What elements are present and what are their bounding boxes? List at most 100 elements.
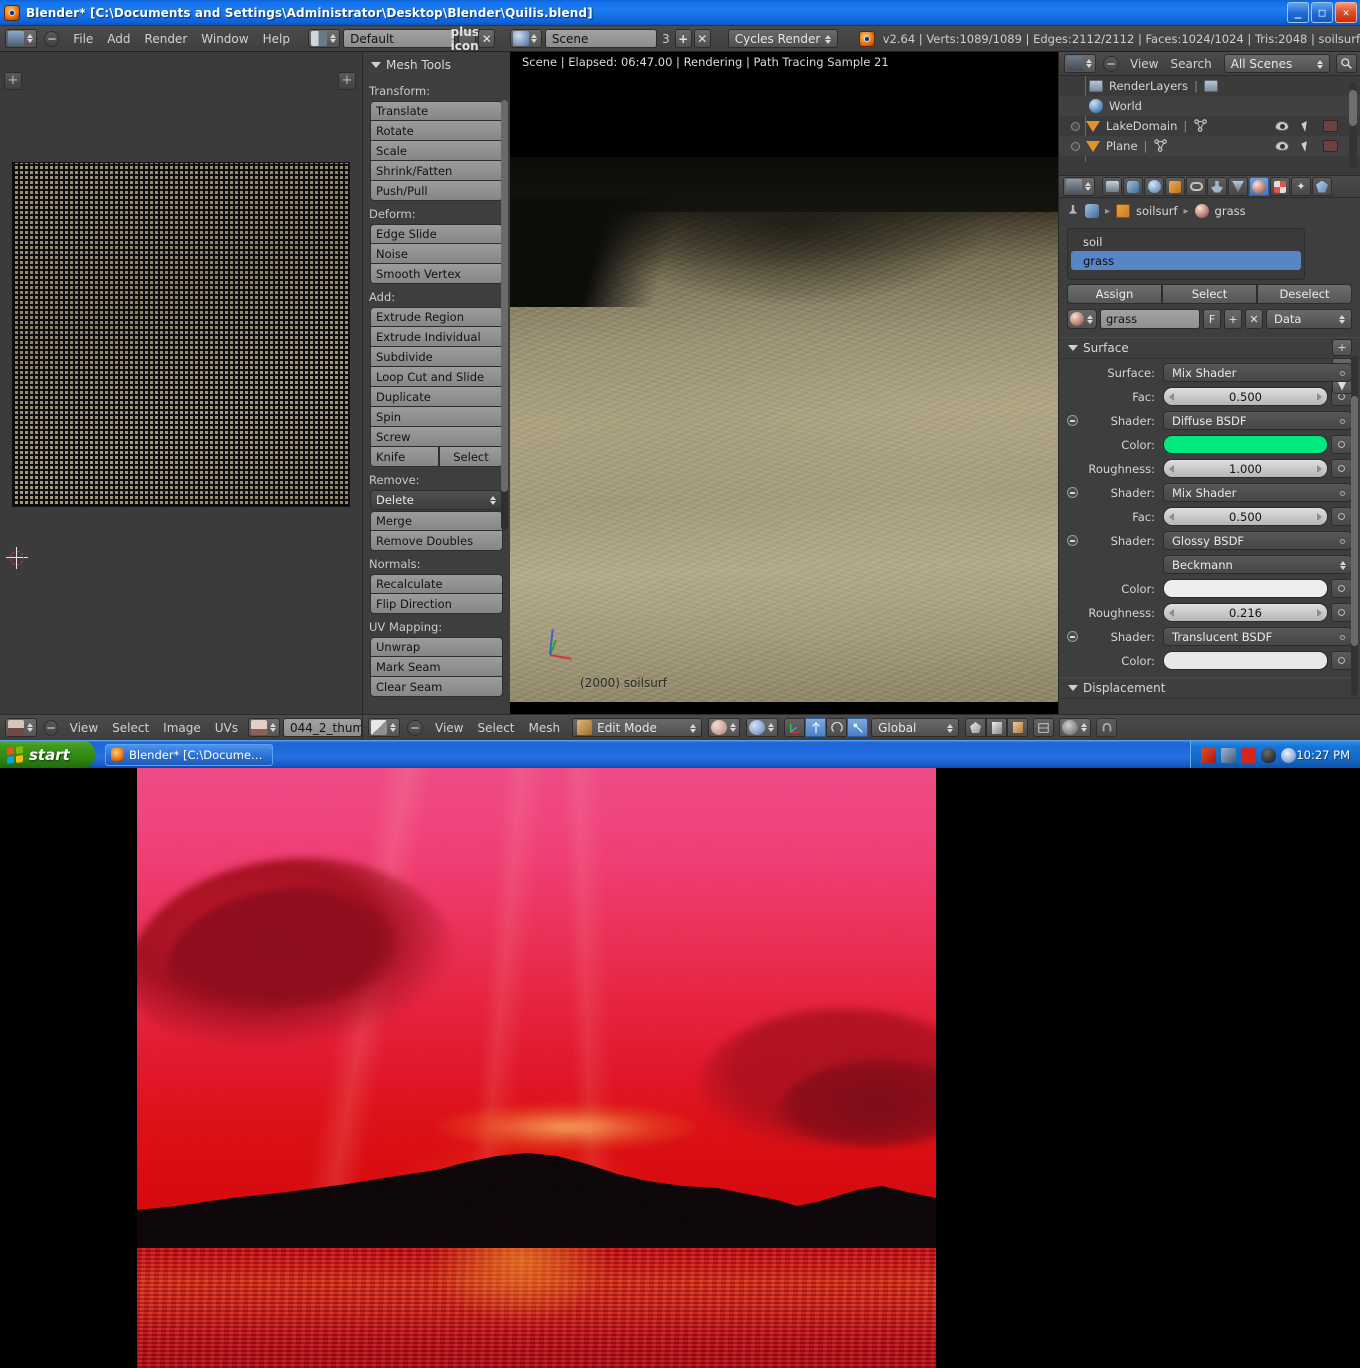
fac-slider-2[interactable]: 0.500 (1163, 507, 1328, 526)
ati-icon[interactable] (1241, 747, 1256, 763)
tool-knife-select[interactable]: Select (439, 447, 503, 467)
uv-editor-type-selector[interactable] (5, 718, 37, 737)
assign-button[interactable]: Assign (1067, 284, 1162, 304)
outliner-row-plane[interactable]: Plane | (1059, 136, 1360, 156)
mouse-icon[interactable] (1261, 747, 1276, 763)
image-browse-dropdown[interactable] (248, 718, 281, 737)
tool-unwrap[interactable]: Unwrap (370, 637, 503, 657)
uv-collapse-button[interactable] (44, 719, 58, 736)
tool-screw[interactable]: Screw (370, 427, 503, 447)
link-socket-button[interactable] (1331, 459, 1352, 478)
outliner-scrollbar[interactable] (1349, 82, 1357, 168)
material-link-selector[interactable]: Data (1266, 309, 1352, 329)
tool-smooth-vertex[interactable]: Smooth Vertex (370, 264, 503, 284)
translate-manipulator-icon[interactable] (805, 718, 827, 737)
collapse-icon[interactable] (1067, 535, 1078, 546)
tab-texture[interactable] (1270, 177, 1290, 196)
uv-left-panel-toggle[interactable]: + (4, 72, 22, 90)
mesh-tools-panel-header[interactable]: Mesh Tools (363, 52, 510, 78)
deselect-button[interactable]: Deselect (1257, 284, 1352, 304)
3d-viewport[interactable]: Scene | Elapsed: 06:47.00 | Rendering | … (510, 52, 1058, 714)
uv-menu-uvs[interactable]: UVs (215, 721, 238, 735)
tool-knife[interactable]: Knife (370, 447, 439, 467)
tool-edge-slide[interactable]: Edge Slide (370, 224, 503, 244)
delete-scene-button[interactable]: ✕ (693, 29, 711, 48)
outliner-editor-type-selector[interactable] (1064, 54, 1096, 73)
taskbar-clock[interactable]: 10:27 PM (1296, 748, 1350, 762)
menu-window[interactable]: Window (201, 32, 248, 46)
link-socket-button[interactable] (1331, 435, 1352, 454)
tool-remove-doubles[interactable]: Remove Doubles (370, 531, 503, 551)
node-socket-icon[interactable] (1340, 635, 1345, 640)
link-socket-button[interactable] (1331, 507, 1352, 526)
eye-icon[interactable] (1275, 121, 1289, 131)
snap-magnet-icon[interactable] (1096, 718, 1118, 737)
view3d-collapse-button[interactable] (407, 719, 423, 736)
new-material-button[interactable]: + (1224, 309, 1242, 329)
outliner-row-world[interactable]: World (1059, 96, 1360, 116)
tab-object-data[interactable] (1228, 177, 1248, 196)
diffuse-color-swatch[interactable] (1163, 435, 1328, 454)
material-slot-soil[interactable]: soil (1071, 232, 1301, 251)
breadcrumb-object[interactable]: soilsurf (1136, 204, 1177, 218)
image-name-field[interactable]: 044_2_thumbhug (283, 718, 362, 737)
menu-add[interactable]: Add (107, 32, 130, 46)
fake-user-button[interactable]: F (1203, 309, 1221, 329)
uv-image-editor[interactable]: + + (0, 52, 362, 714)
search-icon[interactable] (1335, 54, 1357, 73)
unlink-material-button[interactable]: ✕ (1245, 309, 1263, 329)
tab-render-layers[interactable] (1123, 177, 1143, 196)
camera-render-icon[interactable] (1323, 140, 1338, 152)
scene-name-field[interactable]: Scene (544, 29, 657, 48)
view3d-menu-view[interactable]: View (435, 721, 463, 735)
tab-particles[interactable]: ✦ (1291, 177, 1311, 196)
tab-object-constraints[interactable] (1186, 177, 1206, 196)
fac-slider-1[interactable]: 0.500 (1163, 387, 1328, 406)
scale-manipulator-icon[interactable] (847, 718, 869, 737)
glossy-color-swatch[interactable] (1163, 579, 1328, 598)
screen-layout-name[interactable]: Default (343, 29, 456, 48)
tab-physics[interactable] (1312, 177, 1332, 196)
tool-noise[interactable]: Noise (370, 244, 503, 264)
link-socket-button[interactable] (1331, 603, 1352, 622)
glossy-distribution-selector[interactable]: Beckmann (1163, 555, 1352, 574)
material-browse-dropdown[interactable] (1067, 309, 1097, 329)
tab-world[interactable] (1165, 177, 1185, 196)
tab-scene[interactable] (1144, 177, 1164, 196)
tool-spin[interactable]: Spin (370, 407, 503, 427)
pin-icon[interactable] (1068, 204, 1078, 214)
collapse-icon[interactable] (1067, 415, 1078, 426)
shader-selector-translucent[interactable]: Translucent BSDF (1163, 627, 1352, 646)
maximize-button[interactable]: □ (1311, 2, 1333, 23)
uv-menu-view[interactable]: View (70, 721, 98, 735)
cursor-arrow-icon[interactable] (1301, 120, 1311, 132)
menu-help[interactable]: Help (263, 32, 290, 46)
shader-selector-diffuse[interactable]: Diffuse BSDF (1163, 411, 1352, 430)
outliner-collapse-button[interactable] (1103, 55, 1119, 72)
collapse-menu-button[interactable] (44, 30, 60, 47)
tool-recalculate[interactable]: Recalculate (370, 574, 503, 594)
outliner-display-mode[interactable]: All Scenes (1223, 54, 1330, 73)
cursor-arrow-icon[interactable] (1301, 140, 1311, 152)
roughness-slider-diffuse[interactable]: 1.000 (1163, 459, 1328, 478)
outliner-row-renderlayers[interactable]: RenderLayers | (1059, 76, 1360, 96)
vertex-select-mode-icon[interactable] (965, 718, 987, 737)
c-icon[interactable] (1281, 747, 1296, 763)
taskbar-item-blender[interactable]: Blender* [C:\Docume… (105, 743, 273, 766)
outliner-menu-search[interactable]: Search (1170, 57, 1211, 71)
expand-toggle-icon[interactable] (1071, 141, 1080, 151)
tool-shrink-fatten[interactable]: Shrink/Fatten (370, 161, 503, 181)
add-material-slot-button[interactable]: + (1332, 339, 1352, 356)
outliner-menu-view[interactable]: View (1130, 57, 1158, 71)
material-slot-list[interactable]: soil grass (1067, 228, 1305, 280)
uv-mesh-grid[interactable] (12, 162, 350, 507)
tool-flip-direction[interactable]: Flip Direction (370, 594, 503, 614)
menu-render[interactable]: Render (145, 32, 188, 46)
view3d-menu-select[interactable]: Select (477, 721, 514, 735)
displacement-section-header[interactable]: Displacement (1059, 677, 1360, 699)
surface-section-header[interactable]: Surface (1059, 337, 1360, 359)
tool-subdivide[interactable]: Subdivide (370, 347, 503, 367)
tool-extrude-region[interactable]: Extrude Region (370, 307, 503, 327)
tool-scale[interactable]: Scale (370, 141, 503, 161)
collapse-icon[interactable] (1067, 487, 1078, 498)
